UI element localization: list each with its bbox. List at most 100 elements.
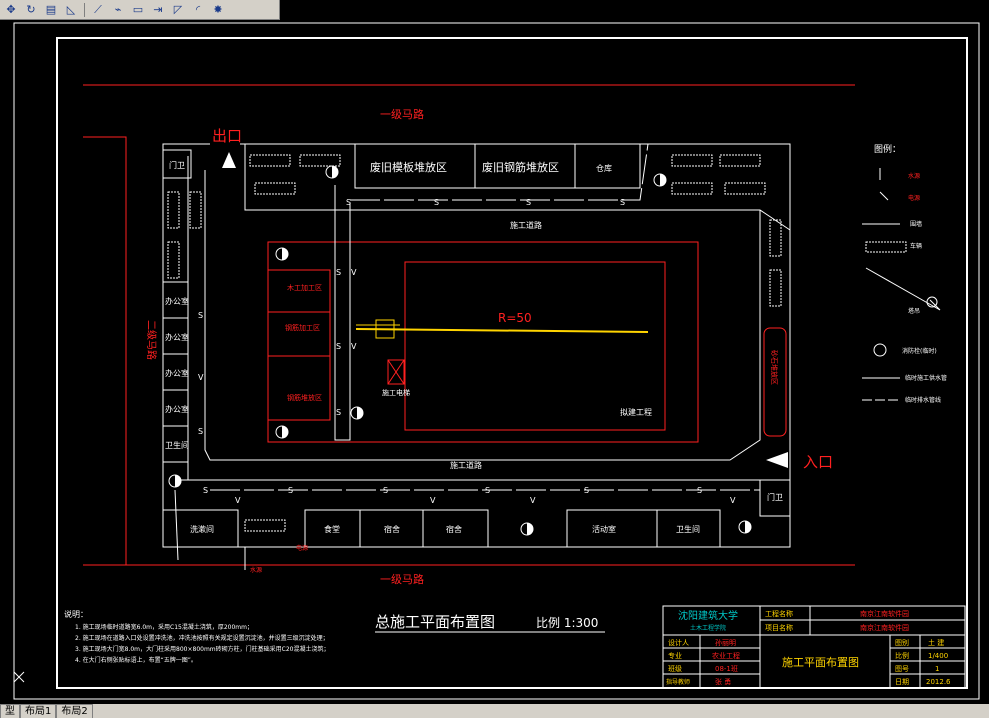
- arc-icon[interactable]: ◸: [169, 2, 187, 18]
- layout-tabs: 型 布局1 布局2: [0, 704, 989, 718]
- legend-title: 图例：: [874, 143, 901, 155]
- s-mark: S: [336, 268, 341, 277]
- pipe-marks: S S S S S V S V S V S V S S S S S S S V …: [198, 198, 736, 505]
- legend-labels: 水源 电源: [908, 172, 920, 202]
- room-activity-label: 活动室: [592, 524, 616, 534]
- tab-model[interactable]: 型: [0, 704, 20, 718]
- tb-project-value: 南京江南软件园: [860, 609, 909, 618]
- legend-labels-white: 围墙 车辆 塔吊 消防栓(临时) 临时施工供水管 临时排水管线: [902, 220, 947, 404]
- notes-heading: 说明：: [64, 609, 88, 619]
- measure-icon[interactable]: ◺: [62, 2, 80, 18]
- s-mark: S: [526, 198, 531, 207]
- side-road-line: [83, 136, 127, 565]
- room-dorm1-label: 宿舍: [384, 524, 400, 534]
- tb-designer-value: 孙丽明: [715, 638, 736, 647]
- tb-advisor-value: 张 勇: [715, 677, 731, 686]
- office-3-label: 办公室: [165, 368, 189, 378]
- note-line: 4. 在大门右侧张贴标语上，布置“五牌一图”。: [75, 656, 197, 664]
- legend-item: 临时施工供水管: [905, 374, 947, 382]
- building-label: 拟建工程: [620, 407, 652, 417]
- tb-type-value: 土 建: [928, 638, 944, 647]
- yard-3-label: 钢筋堆放区: [287, 393, 322, 402]
- tb-dept: 土木工程学院: [690, 624, 726, 632]
- yard-1-label: 木工加工区: [287, 283, 322, 292]
- polyline-icon[interactable]: ⌁: [109, 2, 127, 18]
- office-4-label: 办公室: [165, 404, 189, 414]
- inner-road-loop: [204, 170, 761, 461]
- legend-item: 临时排水管线: [905, 396, 941, 404]
- s-mark: S: [620, 198, 625, 207]
- tb-project-label: 工程名称: [765, 609, 793, 618]
- room-wash-label: 洗漱间: [190, 524, 214, 534]
- note-line: 3. 施工现场大门宽8.0m，大门柱采用800×800mm砖砌方柱，门柱基础采用…: [75, 645, 329, 653]
- exit-label: 出口: [212, 127, 242, 145]
- crane-radius-label: R=50: [498, 311, 532, 325]
- s-mark: S: [434, 198, 439, 207]
- burst-icon[interactable]: ✸: [209, 2, 227, 18]
- v-mark: V: [730, 496, 736, 505]
- s-mark: S: [697, 486, 702, 495]
- note-line: 2. 施工现场在道路入口处设置冲洗池，冲洗池按照有关规定设置沉淀池，并设置三级沉…: [75, 634, 329, 642]
- tb-designer-label: 设计人: [668, 638, 689, 647]
- guard-right-label: 门卫: [767, 492, 783, 502]
- tb-date-label: 日期: [895, 678, 909, 686]
- v-mark: V: [351, 342, 357, 351]
- move-icon[interactable]: ⇥: [149, 2, 167, 18]
- room-dorm2-label: 宿舍: [446, 524, 462, 534]
- area-old-steel-label: 废旧钢筋堆放区: [482, 160, 559, 174]
- legend-symbols: [862, 168, 941, 401]
- v-mark: V: [351, 268, 357, 277]
- tb-item-value: 南京江南软件园: [860, 623, 909, 632]
- toilet-left-label: 卫生间: [165, 440, 189, 450]
- orbit-icon[interactable]: ↻: [22, 2, 40, 18]
- s-mark: S: [198, 427, 203, 436]
- drawing-title: 总施工平面布置图: [375, 613, 495, 631]
- room-canteen-label: 食堂: [324, 524, 340, 534]
- pan-icon[interactable]: ✥: [2, 2, 20, 18]
- curve-icon[interactable]: ◜: [189, 2, 207, 18]
- elevator-label: 施工电梯: [382, 388, 410, 397]
- legend-item: 消防栓(临时): [902, 347, 937, 355]
- s-mark: S: [336, 408, 341, 417]
- office-1-label: 办公室: [165, 296, 189, 306]
- s-mark: S: [584, 486, 589, 495]
- s-mark: S: [383, 486, 388, 495]
- s-mark: S: [288, 486, 293, 495]
- drawing-canvas[interactable]: 一级马路 一级马路 二级马路 出口 入口 废旧模板堆放区 废旧钢筋堆放区 仓库 …: [0, 20, 989, 704]
- rectangle-icon[interactable]: ▭: [129, 2, 147, 18]
- s-mark: S: [346, 198, 351, 207]
- cad-toolbar: ✥ ↻ ▤ ◺ ⟋ ⌁ ▭ ⇥ ◸ ◜ ✸: [0, 0, 280, 20]
- tb-date-value: 2012.6: [926, 678, 951, 686]
- entry-label: 入口: [803, 453, 833, 471]
- tb-sheet-title: 施工平面布置图: [782, 656, 859, 669]
- notes-lines: 1. 施工现场临时道路宽6.0m，采用C15混凝土浇筑，厚200mm； 2. 施…: [75, 623, 329, 664]
- v-mark: V: [430, 496, 436, 505]
- guard-left-label: 门卫: [169, 160, 185, 170]
- tb-class-value: 08-1班: [715, 664, 738, 673]
- tab-layout2[interactable]: 布局2: [56, 704, 93, 718]
- exit-arrow-icon: [222, 152, 236, 168]
- right-storage-label: 砂石堆放区: [770, 350, 779, 385]
- zoom-window-icon[interactable]: ▤: [42, 2, 60, 18]
- road-inner-bottom-label: 施工道路: [450, 460, 482, 470]
- v-mark: V: [235, 496, 241, 505]
- line-icon[interactable]: ⟋: [89, 2, 107, 18]
- tb-no-value: 1: [935, 665, 939, 673]
- viewport-border: [13, 22, 980, 700]
- site-wall-right: [163, 143, 791, 548]
- drawing-scale: 比例 1:300: [536, 616, 598, 630]
- legend-item: 车辆: [910, 242, 922, 250]
- room-toilet-label: 卫生间: [676, 524, 700, 534]
- v-mark: V: [530, 496, 536, 505]
- water-pipe-vertical: [334, 185, 351, 441]
- road-bottom-label: 一级马路: [380, 573, 424, 586]
- tb-major-label: 专业: [668, 651, 682, 660]
- building-footprint: [404, 261, 666, 431]
- tb-scale-value: 1/400: [928, 652, 948, 660]
- tab-layout1[interactable]: 布局1: [20, 704, 57, 718]
- yard-2-label: 钢筋加工区: [285, 323, 320, 332]
- entry-arrow-icon: [766, 452, 788, 468]
- power-source-label: 电源: [296, 544, 308, 552]
- s-mark: S: [203, 486, 208, 495]
- note-line: 1. 施工现场临时道路宽6.0m，采用C15混凝土浇筑，厚200mm；: [75, 623, 253, 631]
